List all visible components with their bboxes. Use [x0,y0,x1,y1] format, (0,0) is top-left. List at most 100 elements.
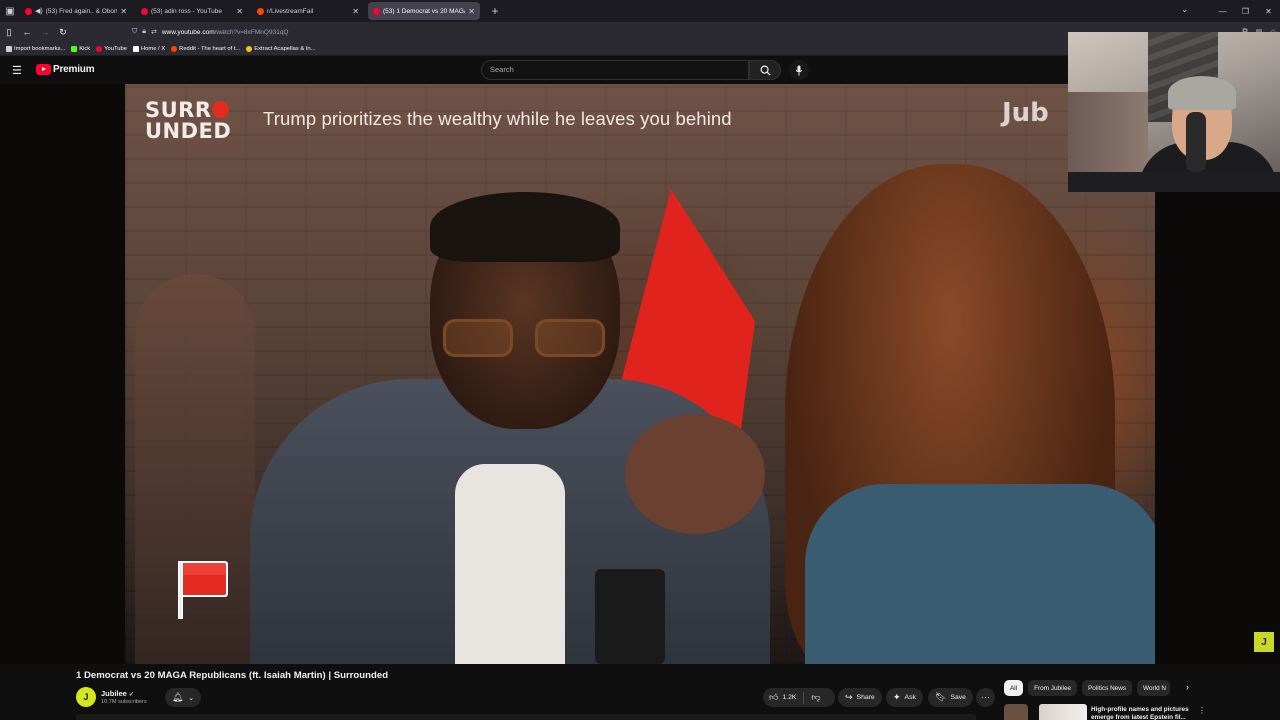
shield-icon[interactable]: ⛉ [132,28,137,36]
window-controls: — ❐ ✕ [1211,0,1280,22]
search-input[interactable]: Search [481,60,749,80]
tab-title: (53) adin ross - YouTube [151,7,222,15]
back-arrow-icon[interactable]: ← [18,27,36,37]
tab-title: (53) Fred again.. & Obongjayar - [45,7,118,15]
channel-watermark-badge[interactable]: J [1254,632,1274,652]
browser-tab-1[interactable]: ◀) (53) Fred again.. & Obongjayar - ✕ [20,2,132,20]
url-host: www.youtube.com [161,28,215,36]
chevron-right-icon[interactable]: › [1186,682,1189,692]
speaker-glasses [443,319,613,359]
kick-icon [71,45,78,52]
close-window-icon[interactable]: ✕ [1257,7,1280,16]
youtube-premium-logo[interactable]: Premium [36,64,95,75]
minimize-icon[interactable]: — [1211,7,1234,16]
notifications-button[interactable]: 🔔︎ ⌄ [165,688,201,707]
youtube-favicon-icon [141,7,148,15]
like-count[interactable]: 1.2K [782,694,796,701]
webcam-person-cap [1168,76,1236,110]
bookmark-label: Kick [79,45,91,52]
channel-name: Jubilee [101,689,127,698]
youtube-favicon-icon [25,7,32,15]
ask-label: Ask [904,694,916,701]
ask-button[interactable]: ✦ Ask [886,688,923,707]
webcam-microphone [1186,112,1206,172]
browser-tab-2[interactable]: (53) adin ross - YouTube ✕ [136,2,248,20]
lock-icon[interactable]: 🔒︎ [142,28,146,36]
bookmark-icon: 🔖︎ [935,692,947,702]
search-button[interactable] [749,60,781,80]
more-horizontal-icon: ⋯ [981,692,990,702]
recommendation-title[interactable]: High-profile names and pictures emerge f… [1091,706,1199,720]
browser-tab-strip: ▣ ◀) (53) Fred again.. & Obongjayar - ✕ … [0,0,1280,22]
forward-arrow-icon[interactable]: → [36,27,54,37]
recommendation-avatar[interactable] [1004,704,1028,720]
jubilee-watermark: Jub [1002,98,1049,128]
bookmark-acapellas[interactable]: Extract Acapellas & In... [246,45,316,52]
video-title: 1 Democrat vs 20 MAGA Republicans (ft. I… [76,670,389,681]
chevron-down-icon[interactable]: ⌄ [1181,5,1188,14]
menu-icon[interactable]: ☰ [12,64,22,77]
thumbs-down-icon[interactable]: 👎︎ [811,692,820,703]
new-tab-icon[interactable]: + [488,4,502,18]
share-button[interactable]: ↪ Share [838,688,882,707]
voice-search-button[interactable] [789,60,809,80]
x-icon [132,45,139,52]
thumbs-up-icon[interactable]: 👍︎ [769,692,778,703]
bookmark-reddit[interactable]: Reddit - The heart of t... [171,45,240,52]
description-box-edge [76,714,976,720]
sidebar-icon[interactable]: ▯ [0,27,18,38]
foreground-person-jacket [805,484,1155,664]
bookmark-kick[interactable]: Kick [71,45,91,52]
more-actions-button[interactable]: ⋯ [976,688,995,707]
channel-name-link[interactable]: Jubilee ✔ [101,689,134,698]
bookmark-label: Extract Acapellas & In... [254,45,316,52]
reddit-icon [171,45,178,52]
recommendation-thumbnail[interactable] [1039,704,1087,720]
chip-world-news[interactable]: World N [1137,680,1171,696]
streamer-webcam [1068,32,1280,192]
logo-red-dot [211,101,229,118]
bookmark-import[interactable]: Import bookmarks... [6,45,66,52]
speaker-hair [430,192,620,262]
surrounded-logo: SURR UNDED [145,100,231,142]
close-tab-icon[interactable]: ✕ [468,7,475,16]
subscriber-count: 10.7M subscribers [101,699,147,705]
speaker-hand [625,414,765,534]
tab-list-icon[interactable]: ▣ [0,0,20,22]
bell-icon: 🔔︎ [171,692,184,702]
more-vertical-icon[interactable]: ⋮ [1198,706,1206,715]
sparkle-icon: ✦ [893,692,901,702]
url-bar[interactable]: ⛉ 🔒︎ ⇄ www.youtube.com/watch?v=8xFMnQ931… [132,24,1062,40]
webcam-desk [1068,172,1280,192]
red-flag-icon [178,561,228,619]
bookmark-youtube[interactable]: YouTube [96,45,127,52]
youtube-play-icon [36,64,51,75]
speaker-icon[interactable]: ◀) [35,7,43,15]
chip-all[interactable]: All [1004,680,1024,696]
reddit-favicon-icon [257,7,264,15]
close-tab-icon[interactable]: ✕ [236,7,243,16]
browser-tab-4-active[interactable]: (53) 1 Democrat vs 20 MAGA R ✕ [368,2,480,20]
overlay-headline: Trump prioritizes the wealthy while he l… [263,108,732,129]
restore-icon[interactable]: ❐ [1234,7,1257,16]
save-button[interactable]: 🔖︎ Save [928,688,973,707]
bookmark-label: Import bookmarks... [14,45,66,52]
video-frame[interactable]: SURR UNDED Trump prioritizes the wealthy… [125,84,1155,664]
reload-icon[interactable]: ↻ [54,27,72,38]
chip-politics-news[interactable]: Politics News [1082,680,1133,696]
channel-avatar[interactable]: J [76,687,96,707]
divider [803,691,805,704]
permissions-icon[interactable]: ⇄ [151,28,157,36]
close-tab-icon[interactable]: ✕ [120,7,127,16]
acapella-icon [246,45,253,52]
webcam-shelf [1068,92,1148,172]
bookmark-x[interactable]: Home / X [132,45,165,52]
youtube-icon [96,45,103,52]
chip-from-jubilee[interactable]: From Jubilee [1028,680,1078,696]
search-icon [760,65,771,76]
bookmark-label: YouTube [104,45,127,52]
url-path: /watch?v=8xFMnQ931qQ [214,28,289,36]
close-tab-icon[interactable]: ✕ [352,7,359,16]
browser-tab-3[interactable]: r/LivestreamFail ✕ [252,2,364,20]
microphone-icon [795,65,803,75]
